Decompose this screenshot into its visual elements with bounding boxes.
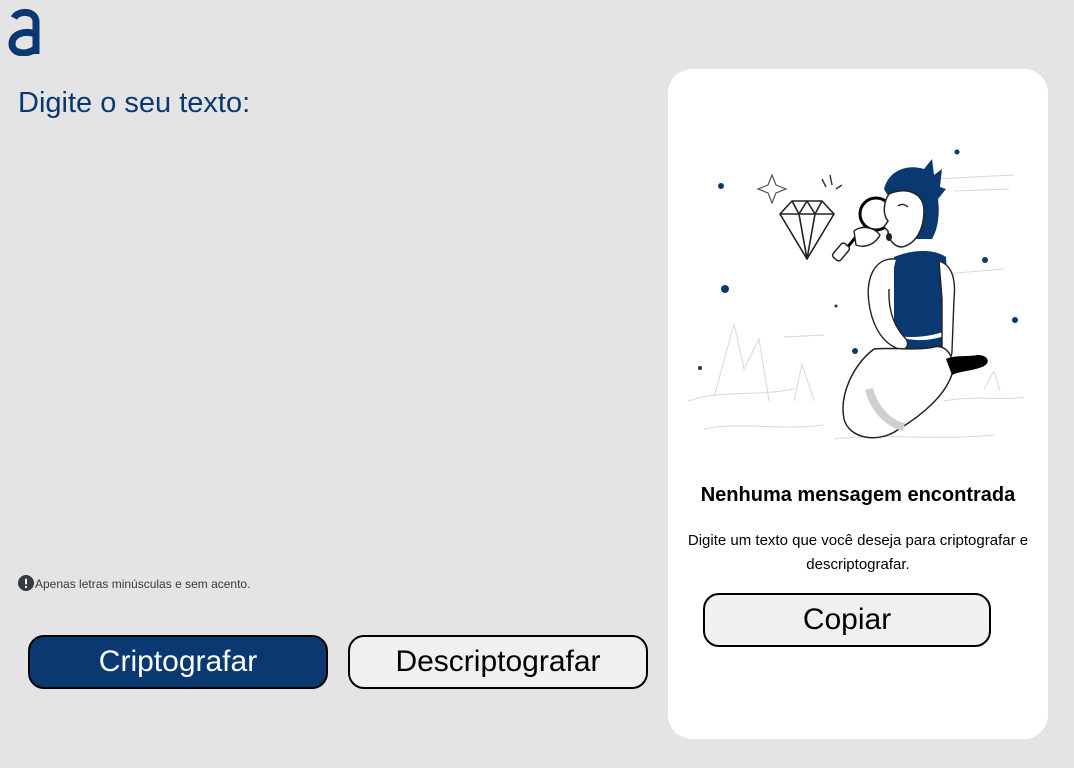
empty-state-title: Nenhuma mensagem encontrada [700, 484, 1016, 506]
encrypt-button[interactable]: Criptografar [28, 635, 328, 689]
empty-state-message: Digite um texto que você deseja para cri… [687, 532, 1029, 573]
copy-button[interactable]: Copiar [703, 593, 991, 647]
decrypt-button[interactable]: Descriptografar [348, 635, 648, 689]
hint-text: Apenas letras minúsculas e sem acento. [35, 577, 251, 591]
input-hint: Apenas letras minúsculas e sem acento. [18, 574, 250, 591]
output-card: Nenhuma mensagem encontrada Digite um te… [668, 69, 1048, 739]
exclamation-circle-icon [18, 574, 34, 591]
text-input[interactable] [18, 86, 638, 546]
alura-logo-icon[interactable] [8, 8, 40, 56]
page: Apenas letras minúsculas e sem acento. C… [0, 0, 1074, 768]
person-with-magnifying-glass-illustration [687, 149, 1025, 440]
